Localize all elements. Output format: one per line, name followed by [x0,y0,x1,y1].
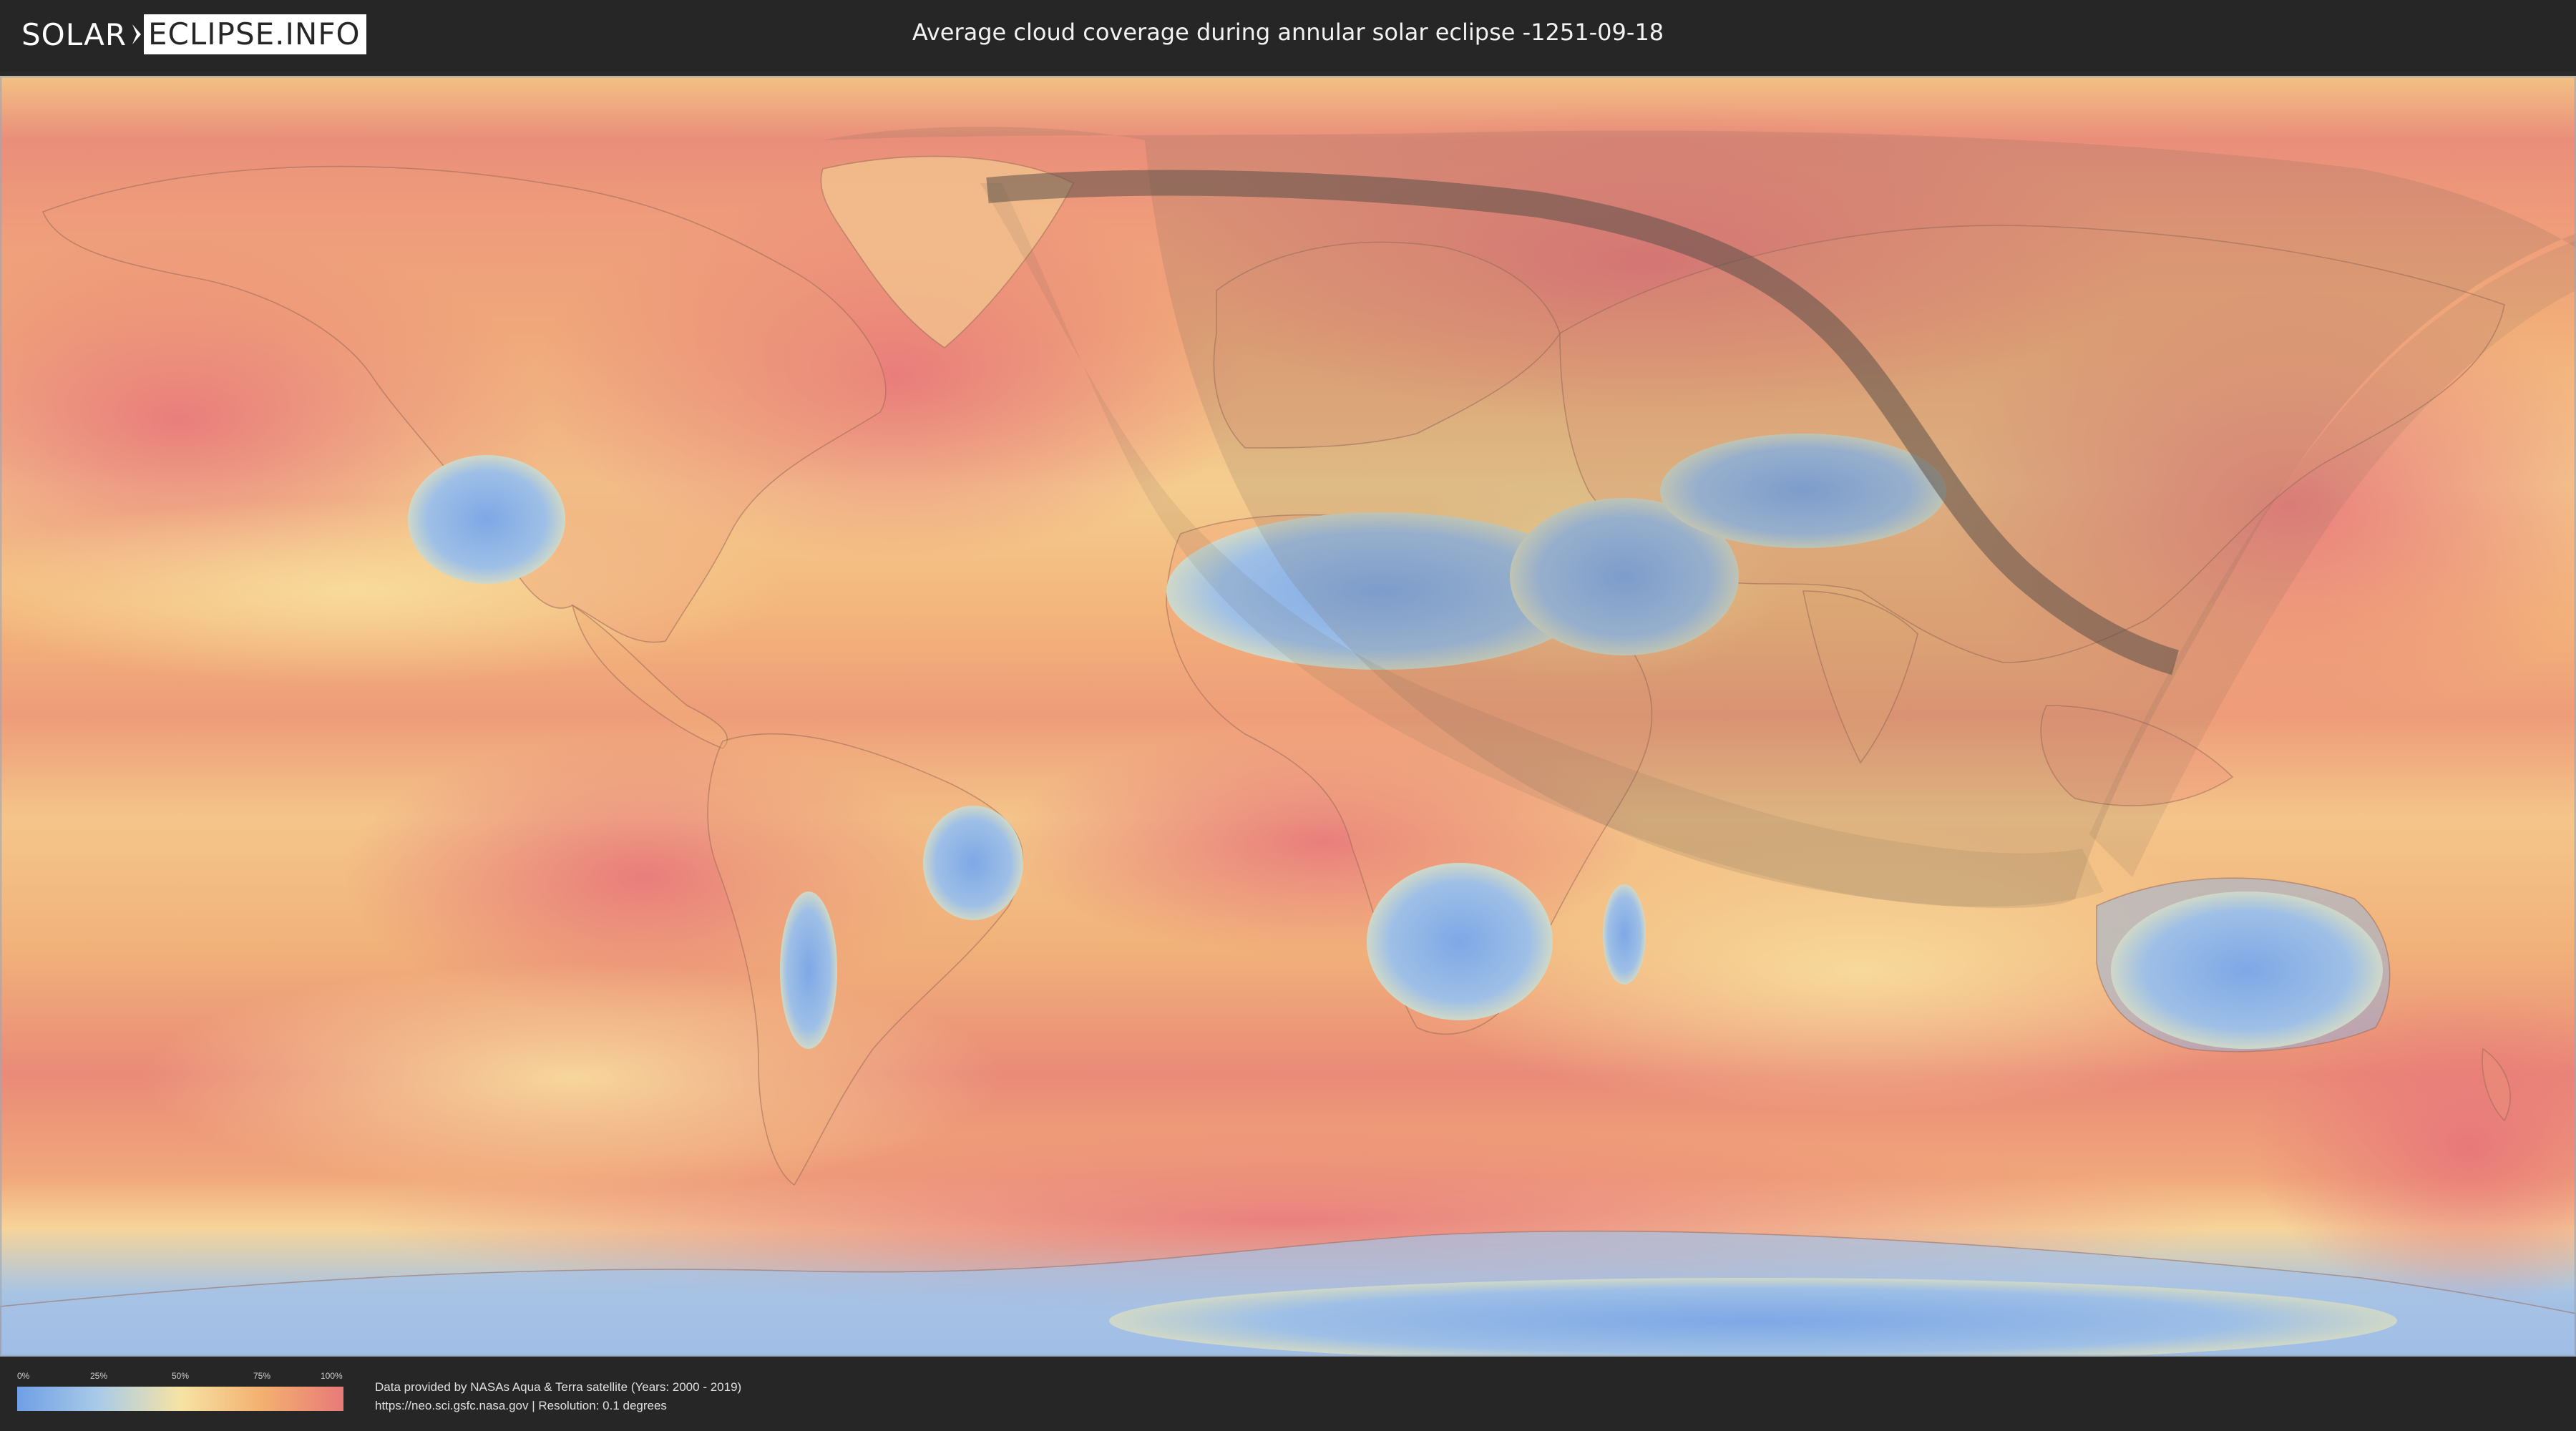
region-australia [2111,892,2383,1049]
header-bar: SOLAR ECLIPSE.INFO Average cloud coverag… [0,0,2576,72]
region-madagascar [1603,884,1646,985]
region-western-us [408,455,565,584]
legend-tick-50: 50% [172,1371,190,1381]
region-brazil [923,806,1023,920]
cloud-coverage-legend: 0% 25% 50% 75% 100% [17,1371,343,1411]
page-title: Average cloud coverage during annular so… [912,19,1664,46]
legend-ticks: 0% 25% 50% 75% 100% [17,1371,343,1382]
legend-color-bar [17,1387,343,1411]
footer-bar: 0% 25% 50% 75% 100% Data provided by NAS… [0,1357,2576,1431]
region-southern-africa [1367,863,1553,1020]
credit-line-2[interactable]: https://neo.sci.gsfc.nasa.gov | Resoluti… [375,1397,741,1415]
cloud-coverage-map[interactable] [0,76,2576,1357]
credit-line-1: Data provided by NASAs Aqua & Terra sate… [375,1380,742,1394]
legend-tick-0: 0% [17,1371,30,1381]
legend-tick-25: 25% [90,1371,108,1381]
legend-tick-100: 100% [321,1371,343,1381]
data-credit: Data provided by NASAs Aqua & Terra sate… [375,1378,741,1415]
region-andes [780,892,837,1049]
map-canvas [0,76,2576,1357]
legend-tick-75: 75% [253,1371,271,1381]
